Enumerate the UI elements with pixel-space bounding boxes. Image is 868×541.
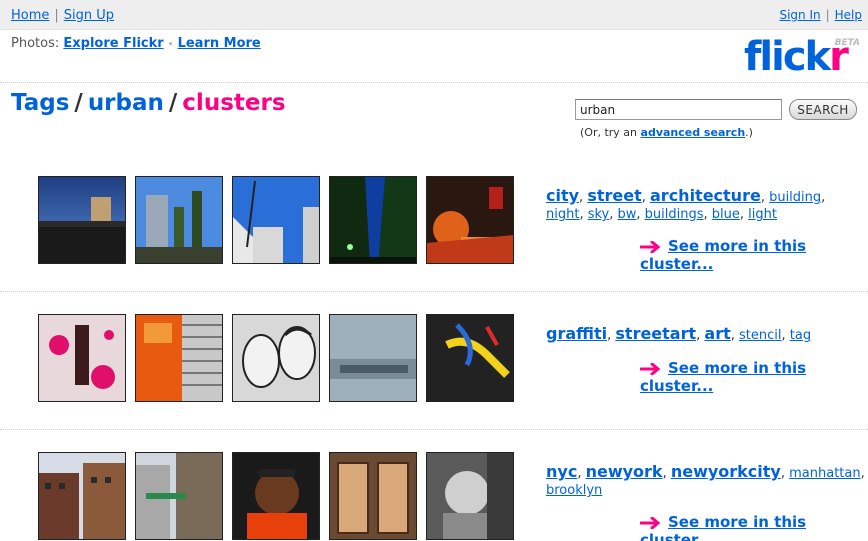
see-more-cluster: See more in this cluster... [640, 513, 868, 541]
photo-thumbnail[interactable] [135, 314, 223, 402]
photo-thumbnail[interactable] [426, 314, 514, 402]
tag-link[interactable]: newyork [586, 462, 663, 481]
tag-link[interactable]: blue [712, 207, 740, 222]
photo-thumbnail[interactable] [232, 452, 320, 540]
breadcrumb-slash: / [168, 90, 178, 116]
photo-thumbnail[interactable] [38, 314, 126, 402]
cluster-tags: city, street, architecture, building, ni… [546, 186, 826, 222]
nav-separator: | [825, 8, 830, 22]
tag-link[interactable]: city [546, 186, 579, 205]
advanced-search-hint: (Or, try an advanced search.) [580, 126, 753, 139]
cluster-tags: nyc, newyork, newyorkcity, manhattan, br… [546, 462, 865, 498]
tag-link[interactable]: nyc [546, 462, 577, 481]
photo-thumbnail[interactable] [135, 176, 223, 264]
breadcrumb-tags[interactable]: Tags [11, 90, 69, 116]
see-more-link[interactable]: See more in this cluster... [640, 237, 806, 273]
cluster-divider [0, 429, 868, 430]
see-more-link[interactable]: See more in this cluster... [640, 513, 806, 541]
tag-link[interactable]: street [587, 186, 641, 205]
photos-prefix: Photos: [11, 36, 60, 51]
cluster-tags: graffiti, streetart, art, stencil, tag [546, 324, 812, 343]
tag-link[interactable]: light [748, 207, 777, 222]
see-more-link[interactable]: See more in this cluster... [640, 359, 806, 395]
breadcrumb-slash: / [74, 90, 83, 116]
bullet-separator: • [167, 39, 174, 50]
help-link[interactable]: Help [835, 8, 862, 22]
photo-thumbnail[interactable] [329, 314, 417, 402]
see-more-cluster: See more in this cluster... [640, 359, 868, 395]
top-nav-bar: Home | Sign Up Sign In | Help [0, 0, 868, 30]
tag-link[interactable]: building [769, 190, 821, 205]
explore-flickr-link[interactable]: Explore Flickr [63, 36, 163, 51]
tag-link[interactable]: tag [790, 328, 811, 343]
signup-link[interactable]: Sign Up [64, 8, 114, 23]
tag-link[interactable]: sky [588, 207, 610, 222]
breadcrumb-current: clusters [182, 90, 286, 116]
photo-thumbnail[interactable] [426, 452, 514, 540]
tag-link[interactable]: night [546, 207, 579, 222]
photo-thumbnail[interactable] [426, 176, 514, 264]
tag-link[interactable]: graffiti [546, 324, 607, 343]
photo-thumbnail[interactable] [329, 452, 417, 540]
breadcrumb-tag[interactable]: urban [88, 90, 164, 116]
photo-thumbnail[interactable] [135, 452, 223, 540]
breadcrumb: Tags / urban / clusters [11, 90, 286, 116]
tag-link[interactable]: stencil [739, 328, 781, 343]
tag-link[interactable]: buildings [645, 207, 704, 222]
tag-link[interactable]: bw [618, 207, 637, 222]
arrow-right-icon [640, 362, 661, 375]
photo-thumbnail[interactable] [232, 314, 320, 402]
cluster-divider [0, 291, 868, 292]
signin-link[interactable]: Sign In [779, 8, 820, 22]
explore-bar: Photos: Explore Flickr • Learn More [11, 36, 261, 51]
logo-part-blue: flick [744, 34, 831, 80]
tag-link[interactable]: manhattan [789, 466, 860, 481]
top-nav-left: Home | Sign Up [11, 8, 114, 23]
hint-suffix: .) [745, 126, 753, 139]
photo-thumbnail[interactable] [38, 176, 126, 264]
tag-link[interactable]: brooklyn [546, 483, 602, 498]
arrow-right-icon [640, 240, 661, 253]
tag-link[interactable]: streetart [615, 324, 696, 343]
photo-thumbnail[interactable] [329, 176, 417, 264]
advanced-search-link[interactable]: advanced search [641, 126, 746, 139]
hint-prefix: (Or, try an [580, 126, 638, 139]
tag-link[interactable]: art [704, 324, 730, 343]
top-nav-right: Sign In | Help [779, 8, 862, 22]
see-more-cluster: See more in this cluster... [640, 237, 868, 273]
flickr-logo[interactable]: flickr BETA [744, 36, 864, 78]
arrow-right-icon [640, 516, 661, 529]
photo-thumbnail[interactable] [38, 452, 126, 540]
nav-separator: | [54, 8, 59, 23]
logo-wordmark: flickr [744, 34, 849, 80]
home-link[interactable]: Home [11, 8, 49, 23]
beta-badge: BETA [834, 38, 860, 48]
header-divider [0, 82, 868, 83]
photo-thumbnail[interactable] [232, 176, 320, 264]
tag-link[interactable]: architecture [650, 186, 761, 205]
search-button[interactable]: SEARCH [789, 99, 857, 120]
search-input[interactable] [575, 99, 782, 120]
tag-link[interactable]: newyorkcity [671, 462, 781, 481]
learn-more-link[interactable]: Learn More [178, 36, 261, 51]
